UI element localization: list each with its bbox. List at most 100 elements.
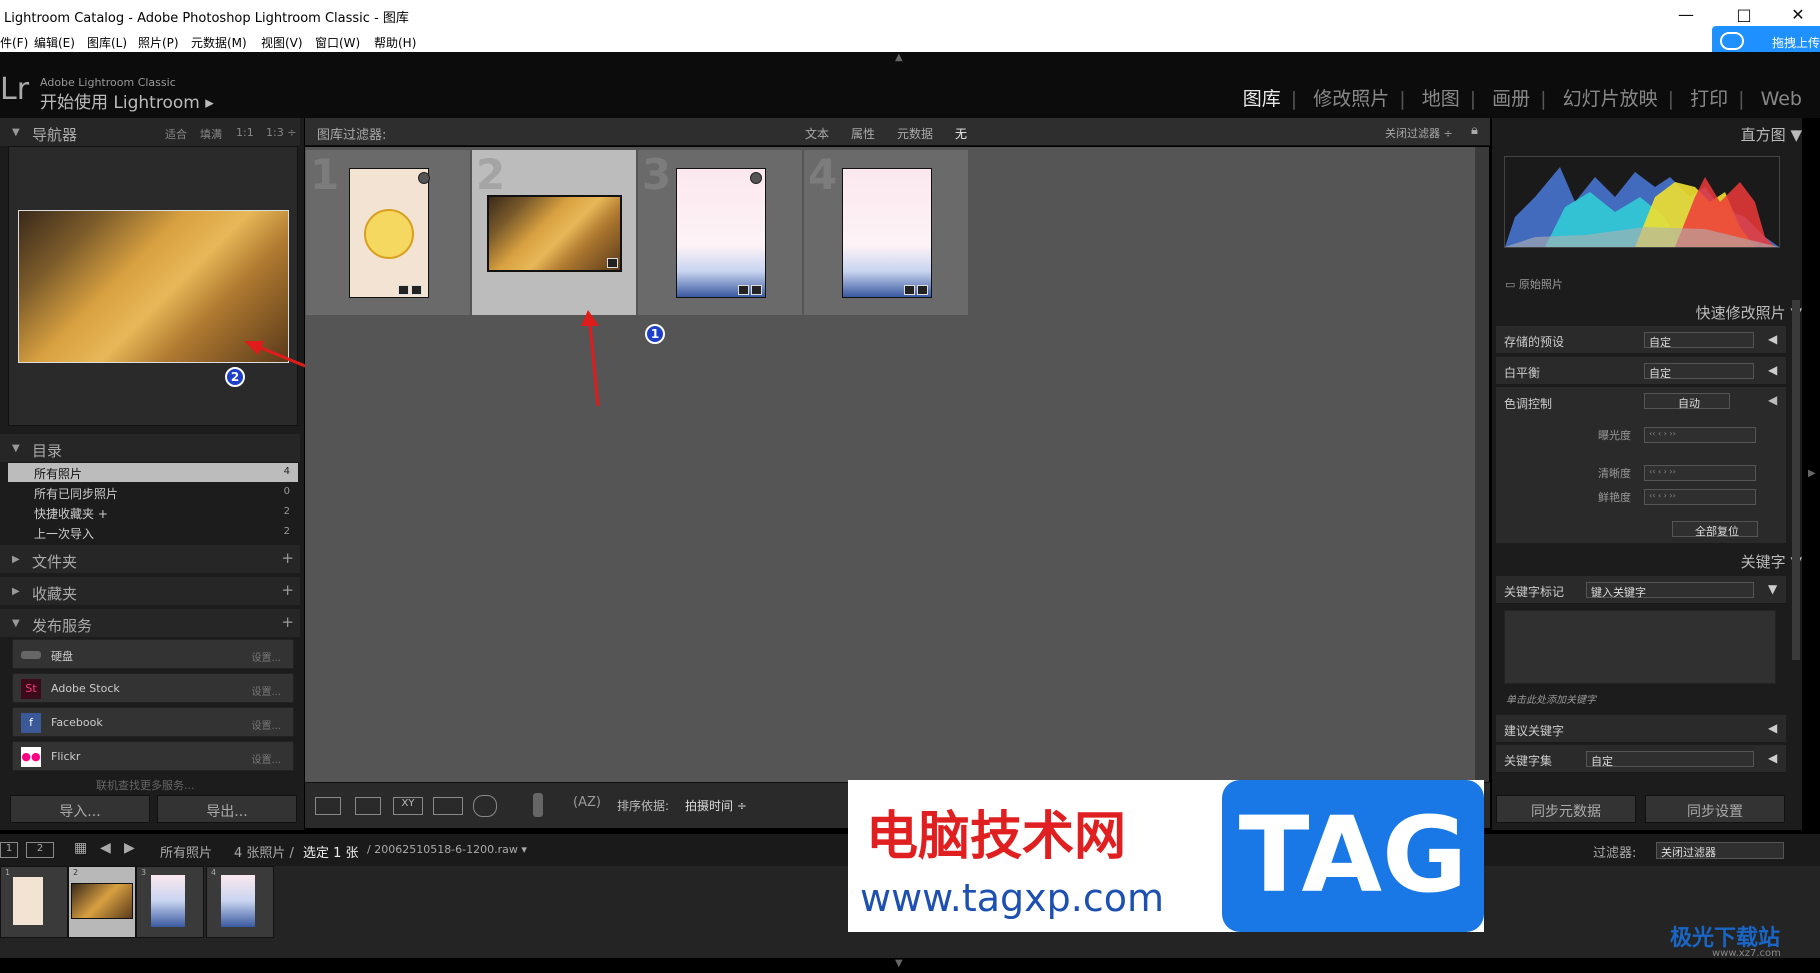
filter-none[interactable]: 无 (955, 125, 967, 142)
thumbnail[interactable] (676, 168, 766, 298)
module-book[interactable]: 画册 (1492, 88, 1530, 110)
original-photo-toggle[interactable]: ▭ 原始照片 (1505, 276, 1563, 292)
grid-icon[interactable]: ▦ (74, 840, 87, 856)
metadata-badge-icon[interactable] (398, 285, 409, 295)
filter-preset[interactable]: 关闭过滤器 ÷ (1385, 125, 1453, 141)
sort-direction-icon[interactable]: (AZ) (573, 795, 601, 810)
keyword-tags-dropdown[interactable]: 键入关键字 (1586, 582, 1754, 599)
thumbnail[interactable] (487, 195, 622, 272)
catalog-item-quick-collection[interactable]: 快捷收藏夹 + 2 (8, 503, 298, 522)
triangle-left-icon[interactable]: ◀ (1768, 721, 1777, 735)
film-thumb[interactable] (221, 875, 255, 927)
triangle-left-icon[interactable]: ◀ (1768, 332, 1777, 346)
menu-help[interactable]: 帮助(H) (374, 34, 416, 51)
zoom-fit[interactable]: 适合 (165, 126, 187, 142)
quick-develop-header[interactable]: 快速修改照片 ▼ (1696, 302, 1802, 323)
develop-badge-icon[interactable] (917, 285, 928, 295)
vibrance-stepper[interactable]: ‹‹ ‹ › ›› (1644, 489, 1756, 505)
grid-cell-3[interactable]: 3 (638, 150, 803, 315)
triangle-left-icon[interactable]: ◀ (1768, 393, 1777, 407)
identity-plate[interactable]: 开始使用 Lightroom ▸ (40, 88, 214, 113)
triangle-down-icon[interactable]: ▼ (1768, 582, 1777, 596)
module-print[interactable]: 打印 (1690, 88, 1728, 110)
compare-view-icon[interactable]: XY (393, 797, 423, 815)
preset-dropdown[interactable]: 自定 (1644, 332, 1754, 349)
module-map[interactable]: 地图 (1422, 88, 1460, 110)
forward-arrow-icon[interactable]: ▶ (124, 840, 135, 856)
collections-header[interactable]: ▶ 收藏夹 + (0, 577, 300, 605)
filmstrip-cell-3[interactable]: 3 (136, 866, 204, 938)
thumbnail[interactable] (349, 168, 429, 298)
collapse-right-icon[interactable]: ▶ (1808, 468, 1816, 479)
menu-metadata[interactable]: 元数据(M) (191, 34, 247, 51)
quick-collection-dot[interactable] (418, 172, 430, 184)
menu-photo[interactable]: 照片(P) (138, 34, 179, 51)
publish-settings[interactable]: 设置... (251, 717, 281, 732)
collapse-top-icon[interactable]: ▲ (895, 52, 903, 63)
grid-cell-4[interactable]: 4 (804, 150, 969, 315)
menu-window[interactable]: 窗口(W) (315, 34, 360, 51)
publish-adobe-stock[interactable]: St Adobe Stock 设置... (12, 673, 294, 703)
loupe-view-icon[interactable] (355, 797, 381, 815)
exposure-stepper[interactable]: ‹‹ ‹ › ›› (1644, 427, 1756, 443)
module-web[interactable]: Web (1761, 88, 1802, 110)
grid-cell-1[interactable]: 1 (306, 150, 471, 315)
zoom-1-3[interactable]: 1:3 ÷ (266, 126, 296, 139)
wb-dropdown[interactable]: 自定 (1644, 363, 1754, 380)
source-label[interactable]: 所有照片 (160, 842, 212, 861)
lock-icon[interactable]: 🔒︎ (1471, 123, 1478, 138)
suggested-keywords-row[interactable]: 建议关键字 ◀ (1496, 715, 1786, 743)
second-window-icon[interactable]: 2 (26, 842, 54, 858)
filmstrip-filter-dropdown[interactable]: 关闭过滤器 (1656, 842, 1784, 859)
survey-view-icon[interactable] (433, 797, 463, 815)
module-library[interactable]: 图库 (1243, 88, 1281, 110)
filter-text[interactable]: 文本 (805, 125, 829, 142)
filmstrip-cell-4[interactable]: 4 (206, 866, 274, 938)
module-develop[interactable]: 修改照片 (1313, 88, 1389, 110)
metadata-badge-icon[interactable] (738, 285, 749, 295)
develop-badge-icon[interactable] (751, 285, 762, 295)
people-view-icon[interactable] (473, 795, 497, 817)
keyword-input[interactable] (1504, 610, 1776, 684)
maximize-button[interactable]: □ (1726, 4, 1762, 26)
catalog-header[interactable]: ▼ 目录 (0, 434, 300, 462)
zoom-fill[interactable]: 填满 (200, 126, 222, 142)
collapse-bottom-icon[interactable]: ▼ (895, 958, 903, 969)
sync-metadata-button[interactable]: 同步元数据 (1496, 795, 1636, 823)
clarity-stepper[interactable]: ‹‹ ‹ › ›› (1644, 465, 1756, 481)
spray-can-icon[interactable] (533, 793, 543, 817)
develop-badge-icon[interactable] (607, 258, 618, 268)
right-scrollbar[interactable] (1792, 300, 1800, 660)
publish-settings[interactable]: 设置... (251, 683, 281, 698)
triangle-left-icon[interactable]: ◀ (1768, 751, 1777, 765)
add-folder-icon[interactable]: + (281, 549, 294, 567)
publish-facebook[interactable]: f Facebook 设置... (12, 707, 294, 737)
module-slideshow[interactable]: 幻灯片放映 (1563, 88, 1658, 110)
import-button[interactable]: 导入... (10, 795, 150, 823)
navigator-header[interactable]: ▼ 导航器 适合 填满 1:1 1:3 ÷ (0, 118, 300, 146)
grid-view-icon[interactable] (315, 797, 341, 815)
filter-metadata[interactable]: 元数据 (897, 125, 933, 142)
grid-scrollbar[interactable] (1475, 147, 1489, 782)
film-thumb[interactable] (13, 877, 43, 925)
close-button[interactable]: ✕ (1780, 4, 1816, 26)
auto-tone-button[interactable]: 自动 (1644, 393, 1730, 410)
reset-all-button[interactable]: 全部复位 (1672, 521, 1758, 538)
menu-view[interactable]: 视图(V) (261, 34, 303, 51)
find-more-services[interactable]: 联机查找更多服务... (96, 777, 195, 793)
zoom-1-1[interactable]: 1:1 (236, 126, 254, 139)
film-thumb[interactable] (151, 875, 185, 927)
histogram-header[interactable]: 直方图 ▼ (1741, 124, 1802, 145)
catalog-item-synced[interactable]: 所有已同步照片 0 (8, 483, 298, 502)
catalog-item-previous-import[interactable]: 上一次导入 2 (8, 523, 298, 542)
export-button[interactable]: 导出... (157, 795, 297, 823)
publish-settings[interactable]: 设置... (251, 649, 281, 664)
film-thumb[interactable] (71, 883, 133, 919)
quick-collection-dot[interactable] (750, 172, 762, 184)
catalog-item-all-photos[interactable]: 所有照片 4 (8, 463, 298, 482)
grid-cell-2[interactable]: 2 (472, 150, 637, 315)
keyword-set-dropdown[interactable]: 自定 (1586, 751, 1754, 768)
minimize-button[interactable]: — (1668, 4, 1704, 26)
add-collection-icon[interactable]: + (281, 581, 294, 599)
histogram[interactable] (1504, 156, 1780, 248)
